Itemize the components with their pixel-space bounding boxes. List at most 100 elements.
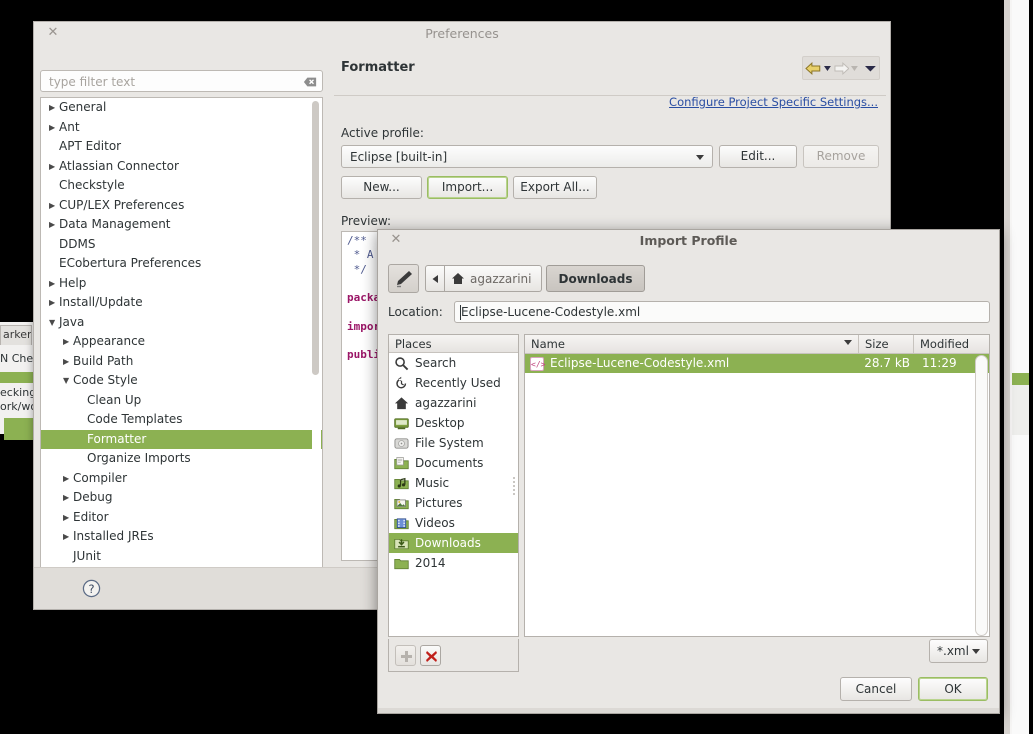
sidebar-item-code-style[interactable]: ▼ Code Style (41, 371, 322, 391)
sidebar-item-atlassian-connector[interactable]: ▶ Atlassian Connector (41, 157, 322, 177)
sidebar-item-label: APT Editor (59, 139, 122, 153)
clear-icon[interactable] (303, 75, 317, 89)
chevron-right-icon[interactable]: ▶ (49, 196, 59, 216)
chevron-right-icon[interactable]: ▶ (49, 293, 59, 313)
sidebar-item-compiler[interactable]: ▶ Compiler (41, 469, 322, 489)
location-input[interactable]: Eclipse-Lucene-Codestyle.xml (454, 301, 990, 323)
sidebar-item-cup-lex-preferences[interactable]: ▶ CUP/LEX Preferences (41, 196, 322, 216)
sidebar-item-editor[interactable]: ▶ Editor (41, 508, 322, 528)
back-arrow-icon[interactable] (805, 61, 822, 76)
sidebar-item-checkstyle[interactable]: Checkstyle (41, 176, 322, 196)
cancel-button[interactable]: Cancel (840, 677, 912, 701)
tree-scrollbar[interactable] (312, 99, 321, 588)
folder-pictures-icon (394, 496, 409, 511)
chevron-right-icon[interactable]: ▶ (49, 274, 59, 294)
edit-button[interactable]: Edit... (719, 145, 797, 168)
home-icon (452, 273, 464, 284)
place-item-label: Downloads (415, 536, 481, 550)
sidebar-item-ant[interactable]: ▶ Ant (41, 118, 322, 138)
sidebar-item-label: Appearance (73, 334, 146, 348)
sidebar-item-clean-up[interactable]: Clean Up (41, 391, 322, 411)
path-back-button[interactable] (425, 265, 445, 292)
sidebar-item-apt-editor[interactable]: APT Editor (41, 137, 322, 157)
breadcrumb-downloads[interactable]: Downloads (546, 265, 645, 292)
chevron-down-icon[interactable]: ▼ (63, 371, 73, 391)
place-item-2014[interactable]: 2014 (389, 553, 518, 573)
tree-no-arrow (49, 137, 59, 157)
chevron-right-icon[interactable]: ▶ (49, 118, 59, 138)
chevron-right-icon[interactable]: ▶ (63, 508, 73, 528)
place-item-recently-used[interactable]: Recently Used (389, 373, 518, 393)
chevron-down-icon[interactable]: ▼ (49, 313, 59, 333)
back-dropdown-icon[interactable] (823, 64, 832, 73)
search-input[interactable]: type filter text (40, 70, 323, 92)
column-header-modified[interactable]: Modified (914, 335, 989, 353)
preferences-window-title: Preferences (425, 26, 499, 41)
chevron-right-icon[interactable]: ▶ (63, 527, 73, 547)
workbench-tab-markers[interactable]: arkers (0, 325, 32, 345)
column-header-name[interactable]: Name (525, 335, 859, 353)
sidebar-item-installed-jres[interactable]: ▶ Installed JREs (41, 527, 322, 547)
tree-scrollbar-thumb[interactable] (312, 101, 319, 375)
sidebar-item-code-templates[interactable]: Code Templates (41, 410, 322, 430)
file-list-scrollbar[interactable] (975, 355, 988, 636)
sidebar-item-appearance[interactable]: ▶ Appearance (41, 332, 322, 352)
place-item-desktop[interactable]: Desktop (389, 413, 518, 433)
location-label: Location: (388, 305, 443, 319)
place-item-videos[interactable]: Videos (389, 513, 518, 533)
forward-arrow-icon (834, 61, 850, 75)
sidebar-item-data-management[interactable]: ▶ Data Management (41, 215, 322, 235)
export-all-button[interactable]: Export All... (513, 176, 597, 199)
chevron-right-icon[interactable]: ▶ (49, 215, 59, 235)
ok-button[interactable]: OK (918, 677, 988, 701)
sidebar-item-help[interactable]: ▶ Help (41, 274, 322, 294)
remove-place-button[interactable] (420, 644, 441, 666)
sidebar-item-build-path[interactable]: ▶ Build Path (41, 352, 322, 372)
pane-resize-grip[interactable] (512, 475, 517, 501)
sidebar-item-organize-imports[interactable]: Organize Imports (41, 449, 322, 469)
sidebar-item-junit[interactable]: JUnit (41, 547, 322, 567)
breadcrumb-agazzarini[interactable]: agazzarini (445, 265, 543, 292)
chevron-right-icon[interactable]: ▶ (63, 332, 73, 352)
table-row[interactable]: </> Eclipse-Lucene-Codestyle.xml 28.7 kB 11… (525, 354, 989, 373)
place-item-documents[interactable]: Documents (389, 453, 518, 473)
place-item-file-system[interactable]: File System (389, 433, 518, 453)
chevron-right-icon[interactable]: ▶ (63, 352, 73, 372)
column-header-size[interactable]: Size (859, 335, 914, 353)
file-list-header: Name Size Modified (525, 335, 989, 354)
sidebar-item-formatter[interactable]: Formatter (41, 429, 322, 449)
file-list-pane[interactable]: Name Size Modified </> Eclipse-Lucene-Cod… (524, 334, 990, 637)
chevron-down-icon[interactable] (696, 155, 704, 160)
sidebar-item-label: Ant (59, 119, 80, 134)
place-item-music[interactable]: Music (389, 473, 518, 493)
place-item-pictures[interactable]: Pictures (389, 493, 518, 513)
place-item-label: Recently Used (415, 376, 501, 390)
chevron-right-icon[interactable]: ▶ (63, 469, 73, 489)
place-item-agazzarini[interactable]: agazzarini (389, 393, 518, 413)
sidebar-item-ddms[interactable]: DDMS (41, 235, 322, 255)
plus-icon (401, 650, 412, 662)
configure-project-specific-settings-link[interactable]: Configure Project Specific Settings... (669, 95, 878, 109)
chevron-right-icon[interactable]: ▶ (63, 488, 73, 508)
sidebar-item-ecobertura-preferences[interactable]: ECobertura Preferences (41, 254, 322, 274)
sidebar-item-general[interactable]: ▶ General (41, 98, 322, 118)
file-type-filter-select[interactable]: *.xml (929, 639, 988, 663)
new-button[interactable]: New... (341, 176, 422, 199)
help-icon[interactable]: ? (82, 579, 101, 598)
preferences-tree[interactable]: ▶ General ▶ Ant APT Editor ▶ Atlassian Connec… (40, 97, 323, 589)
places-sidebar[interactable]: Places Search Recently Used agazzarini Desk… (388, 334, 519, 637)
chevron-down-icon[interactable] (972, 649, 980, 654)
sidebar-item-install-update[interactable]: ▶ Install/Update (41, 293, 322, 313)
chevron-right-icon[interactable]: ▶ (49, 157, 59, 177)
type-filename-toggle[interactable] (388, 264, 419, 293)
active-profile-select[interactable]: Eclipse [built-in] (341, 145, 713, 168)
place-item-search[interactable]: Search (389, 353, 518, 373)
import-button[interactable]: Import... (427, 176, 508, 199)
tree-no-arrow (49, 254, 59, 274)
chevron-down-icon[interactable] (864, 64, 877, 73)
place-item-downloads[interactable]: Downloads (389, 533, 518, 553)
sidebar-item-java[interactable]: ▼ Java (41, 313, 322, 333)
tree-no-arrow (49, 235, 59, 255)
chevron-right-icon[interactable]: ▶ (49, 98, 59, 118)
sidebar-item-debug[interactable]: ▶ Debug (41, 488, 322, 508)
